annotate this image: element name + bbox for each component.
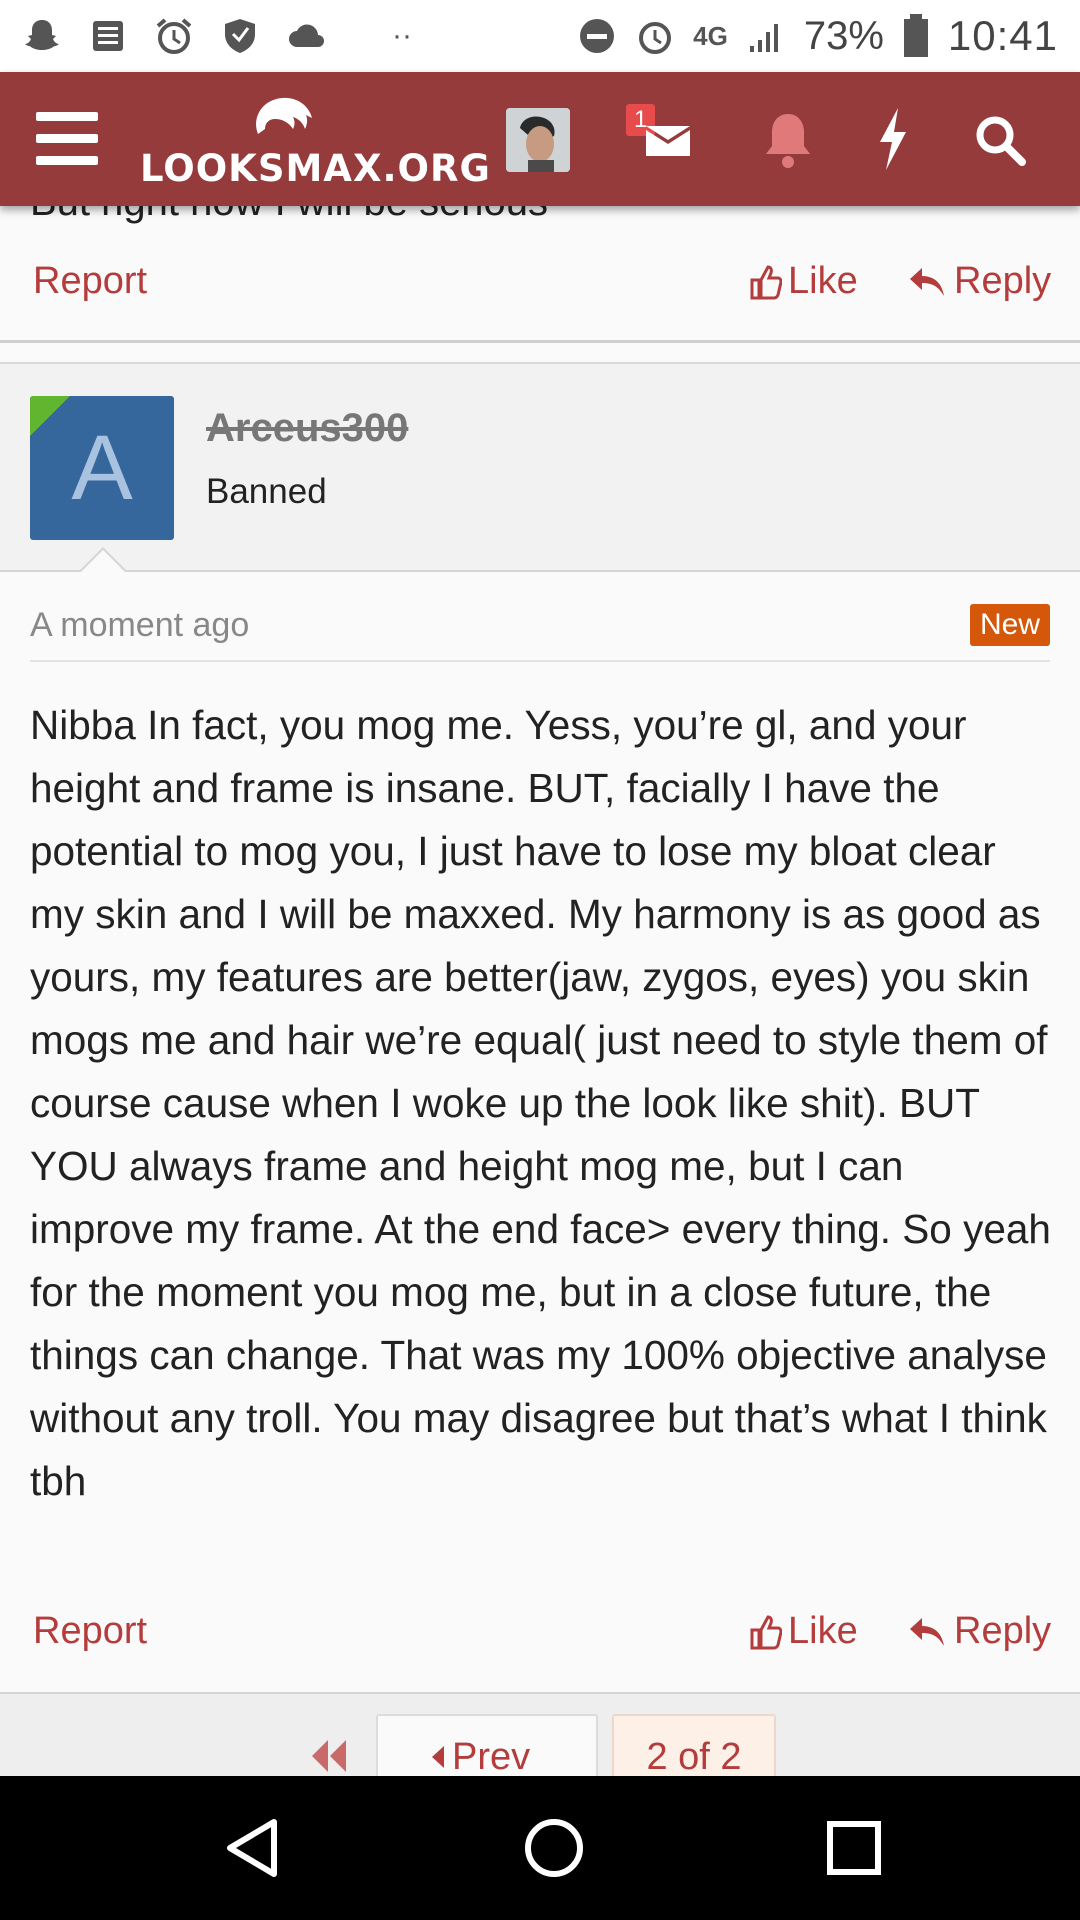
post-divider	[0, 340, 1080, 343]
bolt-icon[interactable]	[876, 108, 910, 170]
caret-left-icon	[432, 1746, 444, 1768]
post-timestamp[interactable]: A moment ago	[30, 606, 249, 645]
reply-arrow-icon	[910, 267, 944, 296]
user-block-pointer-fill	[80, 550, 126, 573]
home-nav-icon[interactable]	[522, 1816, 586, 1880]
thumbs-up-icon	[750, 264, 782, 299]
menu-icon[interactable]	[36, 112, 98, 166]
reply-arrow-icon	[910, 1617, 944, 1646]
previous-post-actions: Report Like Reply	[0, 260, 1080, 320]
back-nav-icon[interactable]	[222, 1816, 286, 1880]
recents-nav-icon[interactable]	[822, 1816, 886, 1880]
reply-label: Reply	[954, 1610, 1052, 1652]
report-link[interactable]: Report	[33, 260, 147, 303]
inbox-icon[interactable]	[640, 112, 696, 168]
signal-icon	[749, 24, 778, 52]
poster-username[interactable]: Arceus300	[206, 406, 408, 451]
like-button[interactable]: Like	[750, 1610, 858, 1653]
site-logo[interactable]: LOOKSMAX.ORG	[140, 90, 491, 200]
battery-percent: 73%	[803, 13, 884, 58]
alarm-icon	[639, 22, 672, 54]
news-icon	[93, 21, 123, 51]
post-actions: Report Like Reply	[0, 1610, 1080, 1670]
clock: 10:41	[947, 12, 1058, 59]
post-meta: A moment ago New	[30, 602, 1050, 662]
cloud-icon	[289, 24, 324, 47]
new-badge: New	[969, 604, 1050, 646]
search-icon[interactable]	[972, 112, 1028, 168]
online-indicator	[30, 396, 70, 436]
pagination: Prev 2 of 2	[0, 1692, 1080, 1794]
status-bar: ·· 4G 73% 10:41	[0, 0, 1080, 72]
like-button[interactable]: Like	[750, 260, 858, 303]
snapchat-icon	[25, 20, 59, 50]
poster-avatar[interactable]: A	[30, 396, 174, 540]
dnd-icon	[580, 19, 615, 53]
user-avatar[interactable]	[506, 108, 570, 172]
poster-title: Banned	[206, 472, 327, 511]
avatar-photo-icon	[506, 108, 570, 172]
thumbs-up-icon	[750, 1614, 782, 1649]
bell-icon[interactable]	[762, 110, 814, 170]
like-label: Like	[788, 1610, 858, 1652]
more-notifications-dots: ··	[392, 19, 412, 52]
site-header: LOOKSMAX.ORG 1	[0, 72, 1080, 206]
alarm-icon	[156, 18, 192, 54]
post-user-block: A Arceus300 Banned	[0, 362, 1080, 572]
logo-hair-icon	[256, 97, 312, 134]
post-message: Nibba In fact, you mog me. Yess, you’re …	[30, 702, 1051, 1504]
reply-button[interactable]: Reply	[908, 260, 1051, 303]
logo-text: LOOKSMAX.ORG	[140, 147, 491, 190]
reply-label: Reply	[954, 260, 1052, 302]
like-label: Like	[788, 260, 858, 302]
battery-icon	[903, 14, 928, 57]
avatar-letter: A	[71, 417, 133, 519]
vpn-shield-icon	[225, 19, 255, 53]
network-type: 4G	[693, 20, 728, 51]
report-link[interactable]: Report	[33, 1610, 147, 1653]
android-nav-bar	[0, 1776, 1080, 1920]
prev-label: Prev	[452, 1736, 531, 1778]
reply-button[interactable]: Reply	[908, 1610, 1051, 1653]
first-page-icon[interactable]	[308, 1738, 348, 1774]
